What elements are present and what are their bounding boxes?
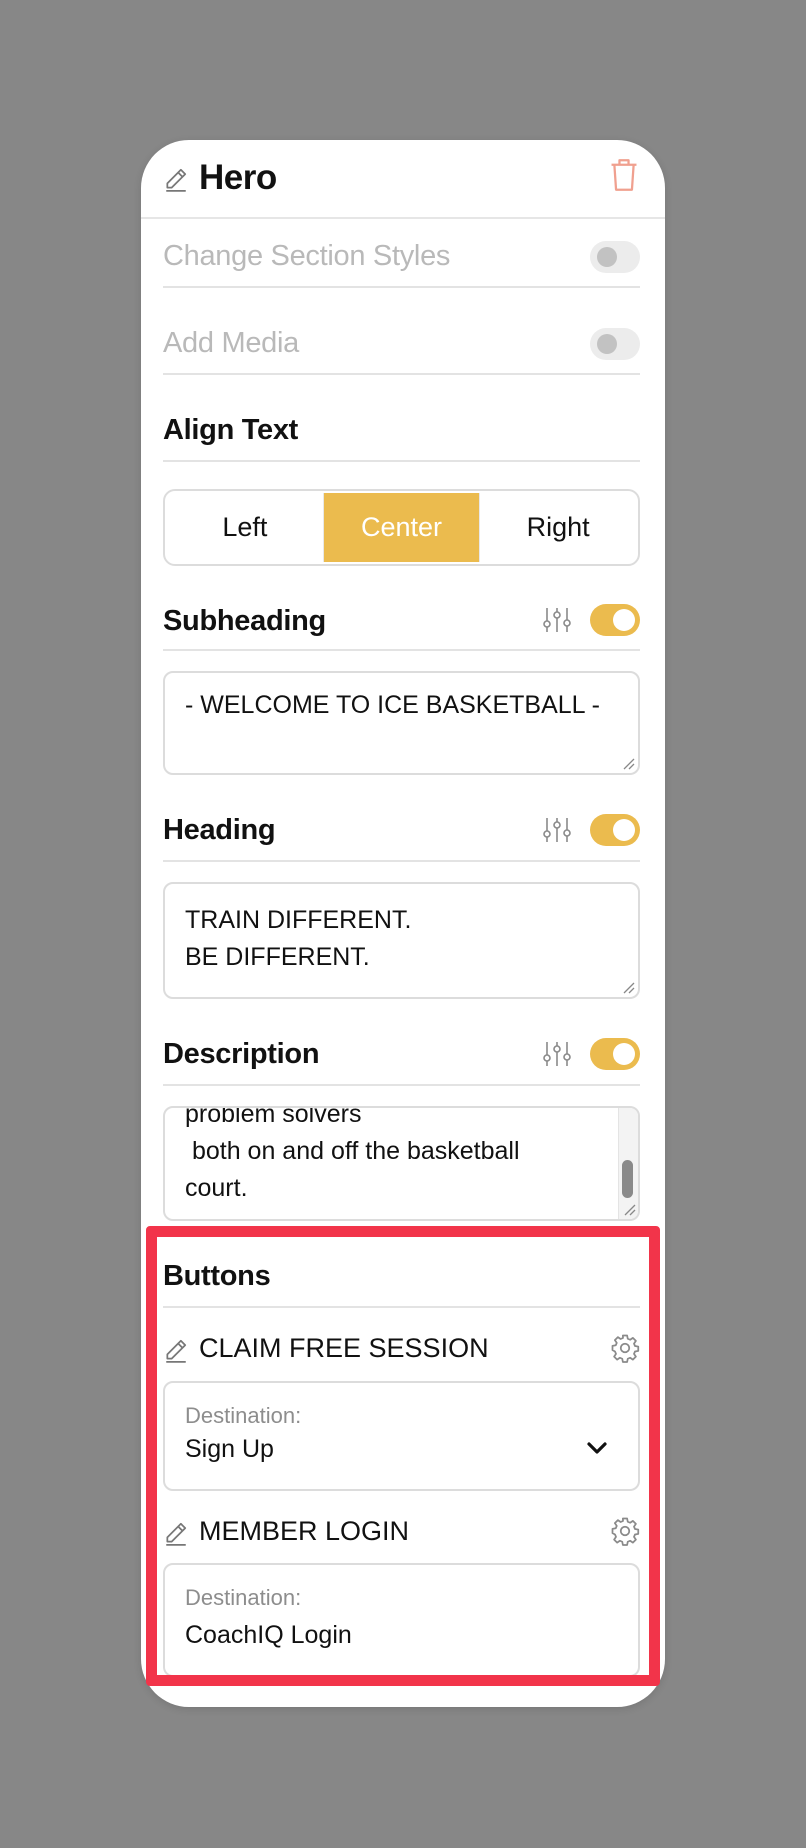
trash-icon[interactable] bbox=[609, 158, 639, 192]
sliders-icon[interactable] bbox=[542, 606, 572, 634]
description-scrollbar-thumb[interactable] bbox=[622, 1160, 633, 1198]
align-right-option[interactable]: Right bbox=[480, 493, 636, 562]
heading-line: TRAIN DIFFERENT. bbox=[185, 906, 412, 934]
heading-label: Heading bbox=[163, 814, 276, 846]
resize-handle-icon[interactable] bbox=[622, 1202, 636, 1216]
buttons-section-highlight bbox=[146, 1226, 660, 1686]
subheading-label: Subheading bbox=[163, 605, 326, 637]
subheading-row: Subheading bbox=[163, 566, 640, 651]
add-media-label: Add Media bbox=[163, 327, 299, 359]
align-left-option[interactable]: Left bbox=[167, 493, 324, 562]
heading-textarea[interactable]: TRAIN DIFFERENT. BE DIFFERENT. bbox=[163, 882, 640, 999]
add-media-row: Add Media bbox=[163, 288, 640, 375]
panel-header: Hero bbox=[141, 140, 665, 219]
change-section-styles-toggle[interactable] bbox=[590, 241, 640, 273]
description-label: Description bbox=[163, 1038, 320, 1070]
align-text-row: Align Text bbox=[163, 375, 640, 462]
heading-row: Heading bbox=[163, 775, 640, 862]
section-title[interactable]: Hero bbox=[199, 158, 277, 198]
subheading-toggle[interactable] bbox=[590, 604, 640, 636]
resize-handle-icon[interactable] bbox=[621, 980, 635, 994]
description-row: Description bbox=[163, 999, 640, 1086]
pencil-icon[interactable] bbox=[163, 166, 189, 192]
description-textarea[interactable]: problem solvers both on and off the bask… bbox=[163, 1106, 640, 1221]
heading-toggle[interactable] bbox=[590, 814, 640, 846]
description-toggle[interactable] bbox=[590, 1038, 640, 1070]
subheading-textarea[interactable]: - WELCOME TO ICE BASKETBALL - bbox=[163, 671, 640, 775]
add-media-toggle[interactable] bbox=[590, 328, 640, 360]
resize-handle-icon[interactable] bbox=[621, 756, 635, 770]
sliders-icon[interactable] bbox=[542, 816, 572, 844]
subheading-text: - WELCOME TO ICE BASKETBALL - bbox=[185, 691, 600, 719]
description-line: problem solvers bbox=[185, 1106, 362, 1128]
change-section-styles-label: Change Section Styles bbox=[163, 240, 451, 272]
align-text-label: Align Text bbox=[163, 414, 299, 446]
heading-line: BE DIFFERENT. bbox=[185, 943, 370, 971]
align-center-option[interactable]: Center bbox=[323, 493, 481, 562]
description-line: both on and off the basketball bbox=[185, 1137, 520, 1165]
align-text-segmented-control: Left Center Right bbox=[163, 489, 640, 566]
description-line: court. bbox=[185, 1174, 248, 1202]
sliders-icon[interactable] bbox=[542, 1040, 572, 1068]
change-section-styles-row: Change Section Styles bbox=[163, 226, 640, 288]
